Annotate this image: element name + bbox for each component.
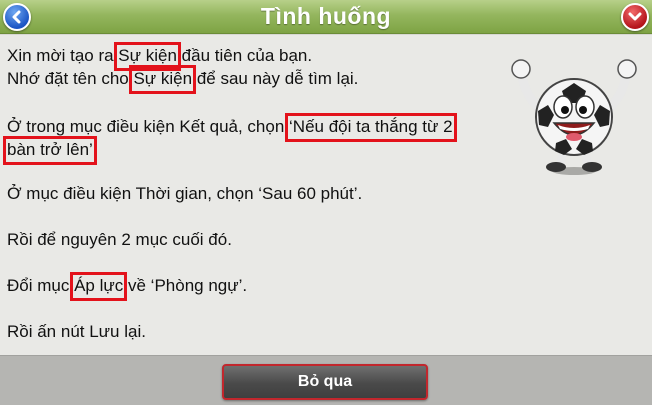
instruction-line-5: Ở mục điều kiện Thời gian, chọn ‘Sau 60 … [7, 184, 363, 203]
message-panel: Xin mời tạo ra Sự kiện đầu tiên của bạn.… [0, 35, 652, 355]
highlight-su-kien-1: Sự kiện [114, 42, 181, 71]
close-button[interactable] [621, 3, 649, 31]
instruction-line-6: Rồi để nguyên 2 mục cuối đó. [7, 230, 232, 249]
chevron-left-icon [12, 10, 21, 24]
highlight-ket-qua-option-cont: bàn trở lên’ [3, 136, 97, 165]
instruction-line-1: Xin mời tạo ra Sự kiện đầu tiên của bạn. [7, 42, 313, 71]
skip-button[interactable]: Bỏ qua [222, 364, 428, 400]
instruction-line-3: Ở trong mục điều kiện Kết quả, chọn ‘Nếu… [7, 113, 457, 142]
instruction-line-7: Đổi mục Áp lực về ‘Phòng ngự’. [7, 272, 248, 301]
dialog-title: Tình huống [260, 3, 392, 29]
chevron-down-icon [628, 12, 642, 21]
highlight-su-kien-2: Sự kiện [129, 65, 196, 94]
footer-bar: Bỏ qua [0, 355, 652, 405]
highlight-ket-qua-option: ‘Nếu đội ta thắng từ 2 [285, 113, 457, 142]
back-button[interactable] [3, 3, 31, 31]
soccer-ball-mascot-icon [511, 59, 637, 175]
instruction-line-2: Nhớ đặt tên cho Sự kiện để sau này dễ tì… [7, 65, 359, 94]
instruction-line-4: bàn trở lên’ [3, 136, 97, 165]
highlight-ap-luc: Áp lực [70, 272, 128, 301]
instruction-line-8: Rồi ấn nút Lưu lại. [7, 322, 146, 341]
